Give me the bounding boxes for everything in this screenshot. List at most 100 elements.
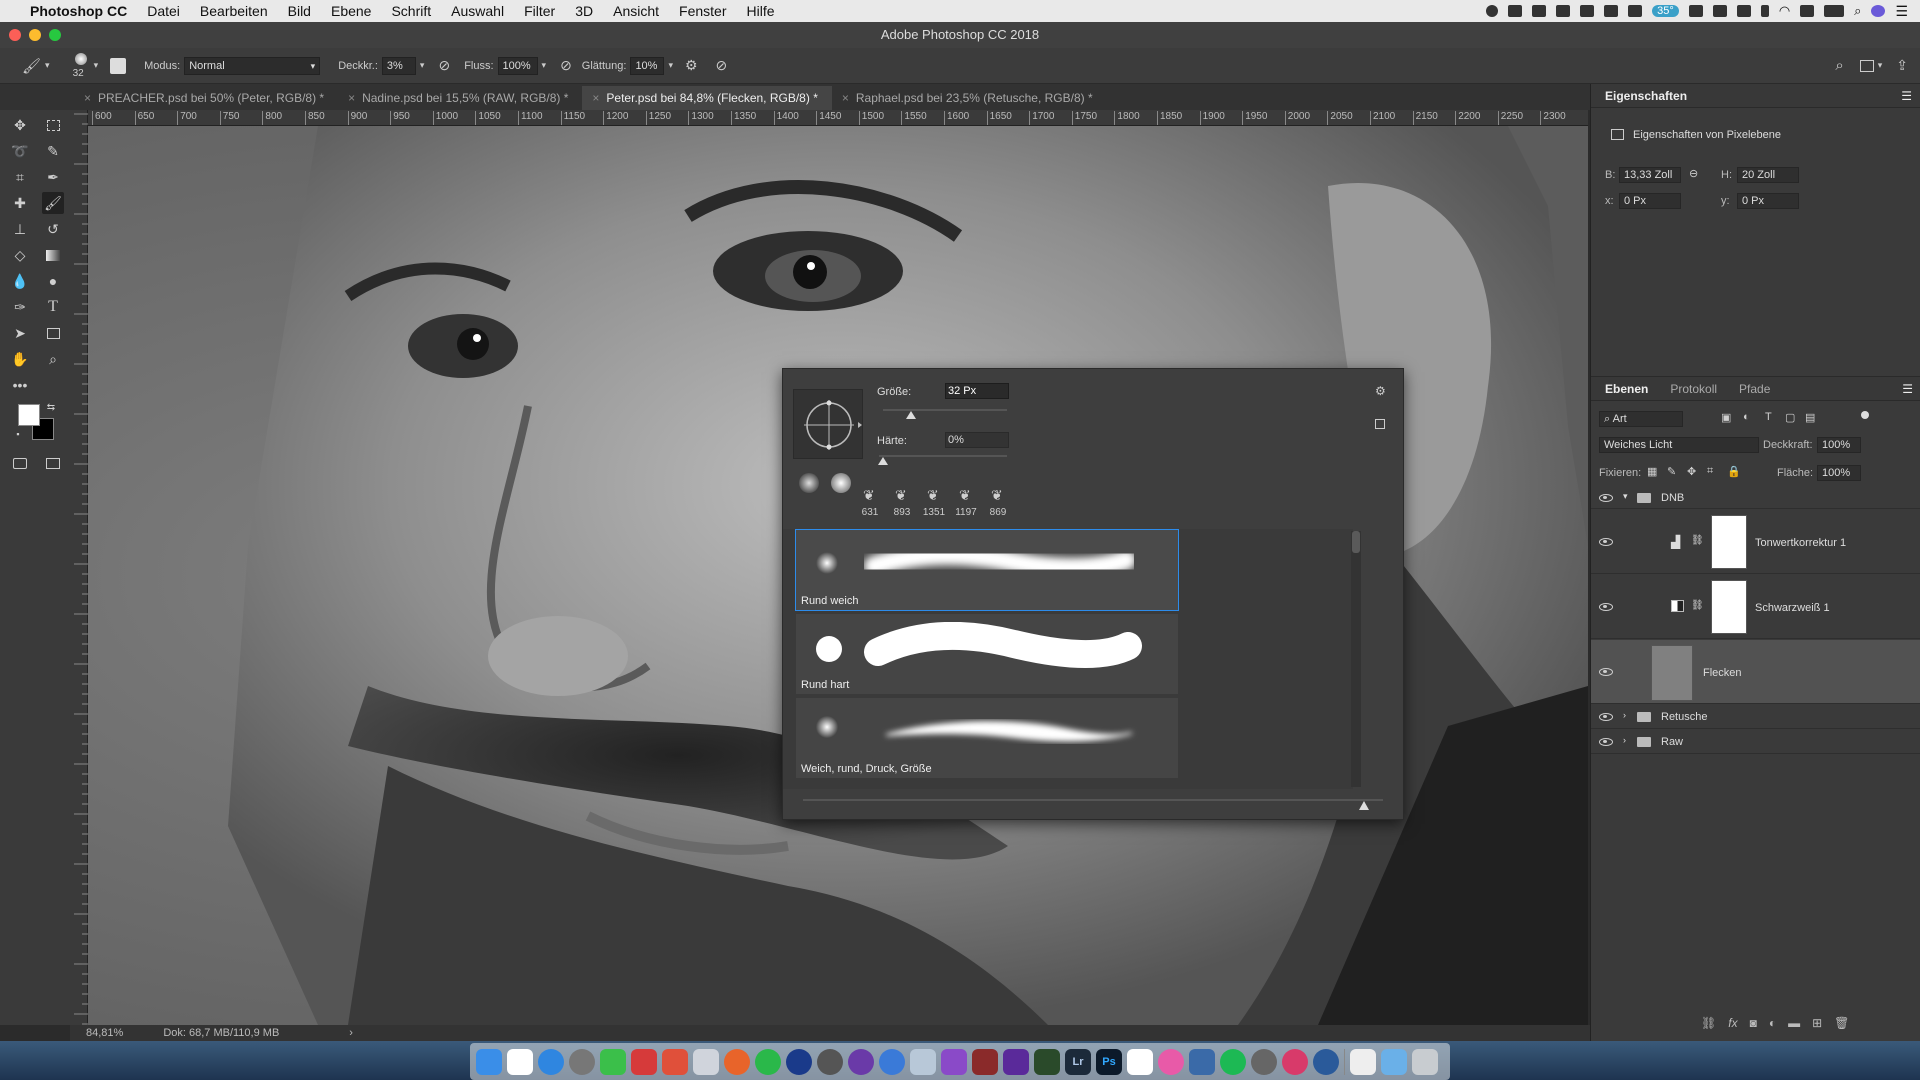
eye-icon[interactable] (1599, 713, 1613, 721)
pen-tool-icon[interactable]: ✑ (9, 296, 31, 318)
x-input[interactable]: 0 Px (1619, 193, 1681, 209)
panel-menu-icon[interactable]: ☰ (1901, 84, 1912, 107)
game-app-icon[interactable] (1034, 1048, 1060, 1075)
bluetooth-icon[interactable] (1760, 5, 1769, 17)
type-tool-icon[interactable]: T (42, 296, 64, 318)
filter-smart-object-icon[interactable]: ▤ (1805, 411, 1815, 424)
menu-datei[interactable]: Datei (137, 3, 190, 19)
brush-item-rund-weich[interactable]: Rund weich (795, 529, 1179, 611)
search-app-icon[interactable] (1313, 1048, 1339, 1075)
messages-icon[interactable] (600, 1048, 626, 1075)
slider-thumb[interactable] (1359, 801, 1369, 810)
battery-icon[interactable] (1824, 5, 1845, 17)
lasso-tool-icon[interactable]: ➰ (9, 140, 31, 162)
close-icon[interactable]: × (592, 86, 599, 110)
pressure-opacity-icon[interactable]: ⊘ (438, 57, 450, 74)
chevron-down-icon[interactable]: ▾ (1623, 491, 1628, 502)
brush-item-rund-hart[interactable]: Rund hart (795, 613, 1179, 695)
recent-soft-brush-1[interactable] (799, 473, 819, 493)
eraser-tool-icon[interactable]: ◇ (9, 244, 31, 266)
music-app-icon[interactable] (1189, 1048, 1215, 1075)
dodge-tool-icon[interactable]: ● (42, 270, 64, 292)
trash-icon[interactable]: 🗑 (1834, 1016, 1849, 1030)
path-selection-tool-icon[interactable]: ➤ (9, 322, 31, 344)
gradient-tool-icon[interactable] (42, 244, 64, 266)
menu-ebene[interactable]: Ebene (321, 3, 381, 19)
gear-icon[interactable]: ⚙ (685, 57, 698, 74)
tab-pfade[interactable]: Pfade (1739, 377, 1770, 400)
scrollbar-thumb[interactable] (1352, 531, 1360, 553)
battery-temp-badge[interactable]: 35° (1652, 5, 1679, 17)
preset-brush-icon[interactable]: ❦ (959, 487, 971, 504)
crop-tool-icon[interactable]: ⌗ (9, 166, 31, 188)
new-preset-icon[interactable] (1375, 419, 1385, 429)
layer-row-schwarzweiss[interactable]: ⛓ Schwarzweiß 1 (1591, 575, 1920, 639)
blur-tool-icon[interactable]: 💧 (9, 270, 31, 292)
hardness-input[interactable]: 0% (945, 432, 1009, 448)
layer-row-raw[interactable]: › Raw (1591, 730, 1920, 754)
info-app-icon[interactable] (879, 1048, 905, 1075)
layer-row-flecken[interactable]: Flecken (1591, 640, 1920, 704)
cloud-icon[interactable] (1556, 5, 1571, 17)
system-preferences-icon[interactable] (1251, 1048, 1277, 1075)
eye-icon[interactable] (1599, 494, 1613, 502)
menu-schrift[interactable]: Schrift (381, 3, 441, 19)
history-brush-tool-icon[interactable]: ↺ (42, 218, 64, 240)
brush-list-scrollbar[interactable] (1351, 531, 1361, 787)
filter-type-icon[interactable]: T (1765, 411, 1772, 423)
more-tools-icon[interactable]: ••• (9, 374, 31, 396)
finder-icon[interactable] (476, 1048, 502, 1075)
preset-brush-icon[interactable]: ❦ (927, 487, 939, 504)
menu-fenster[interactable]: Fenster (669, 3, 736, 19)
quicktime-icon[interactable] (848, 1048, 874, 1075)
link-icon[interactable]: ⊖ (1689, 167, 1698, 180)
new-layer-icon[interactable]: ⊞ (1812, 1016, 1822, 1030)
display-icon[interactable] (1508, 5, 1523, 17)
adjustment-layer-icon[interactable]: ◐ (1769, 1016, 1776, 1030)
siri-icon[interactable] (1871, 5, 1886, 17)
feather-icon[interactable] (1604, 5, 1619, 17)
brush-tool-icon[interactable]: 🖌 (42, 192, 64, 214)
zoom-readout[interactable]: 84,81% (86, 1027, 123, 1039)
layer-filter-select[interactable]: ⌕ Art (1599, 411, 1683, 427)
preview-size-slider[interactable] (803, 799, 1383, 813)
filter-shape-icon[interactable]: ▢ (1785, 411, 1795, 424)
dropbox-icon[interactable] (1532, 5, 1547, 17)
eye-icon[interactable] (1599, 603, 1613, 611)
layer-row-dnb[interactable]: ▾ DNB (1591, 487, 1920, 509)
screen-mode-icon[interactable] (42, 452, 64, 474)
gpu-icon[interactable] (1712, 5, 1727, 17)
tab-ebenen[interactable]: Ebenen (1605, 377, 1648, 400)
size-slider-thumb[interactable] (906, 411, 917, 419)
add-mask-icon[interactable]: ◙ (1750, 1016, 1757, 1030)
layer-style-icon[interactable]: fx (1728, 1016, 1737, 1030)
menu-filter[interactable]: Filter (514, 3, 565, 19)
panel-menu-icon[interactable]: ☰ (1902, 377, 1913, 400)
lock-artboard-icon[interactable]: ⌗ (1707, 465, 1713, 478)
menu-ansicht[interactable]: Ansicht (603, 3, 669, 19)
browser-icon[interactable] (786, 1048, 812, 1075)
close-icon[interactable]: × (84, 86, 91, 110)
chevron-down-icon[interactable]: ▾ (542, 60, 547, 71)
notification-center-icon[interactable]: ☰ (1895, 3, 1908, 20)
blend-mode-select[interactable]: Weiches Licht (1599, 437, 1759, 453)
chevron-right-icon[interactable]: › (1623, 710, 1626, 720)
quick-mask-icon[interactable] (9, 452, 31, 474)
chevron-down-icon[interactable]: ▾ (45, 60, 50, 71)
lock-all-icon[interactable]: 🔒 (1727, 465, 1741, 478)
gear-icon[interactable]: ⚙ (1375, 384, 1386, 398)
creative-cloud-icon[interactable] (1628, 5, 1643, 17)
menu-bearbeiten[interactable]: Bearbeiten (190, 3, 278, 19)
firefox-icon[interactable] (724, 1048, 750, 1075)
lightroom-icon[interactable]: Lr (1065, 1048, 1091, 1075)
folder-icon[interactable] (1381, 1048, 1407, 1075)
whatsapp-icon[interactable] (755, 1048, 781, 1075)
maps-icon[interactable] (910, 1048, 936, 1075)
airplay-icon[interactable] (1800, 5, 1815, 17)
photoshop-icon[interactable]: Ps (1096, 1048, 1122, 1075)
lock-pixels-icon[interactable]: ✎ (1667, 465, 1676, 478)
record-icon[interactable] (1486, 5, 1499, 17)
brush-settings-toggle-icon[interactable] (110, 57, 127, 74)
calendar-icon[interactable] (1127, 1048, 1153, 1075)
pressure-size-icon[interactable]: ⊘ (716, 57, 728, 74)
